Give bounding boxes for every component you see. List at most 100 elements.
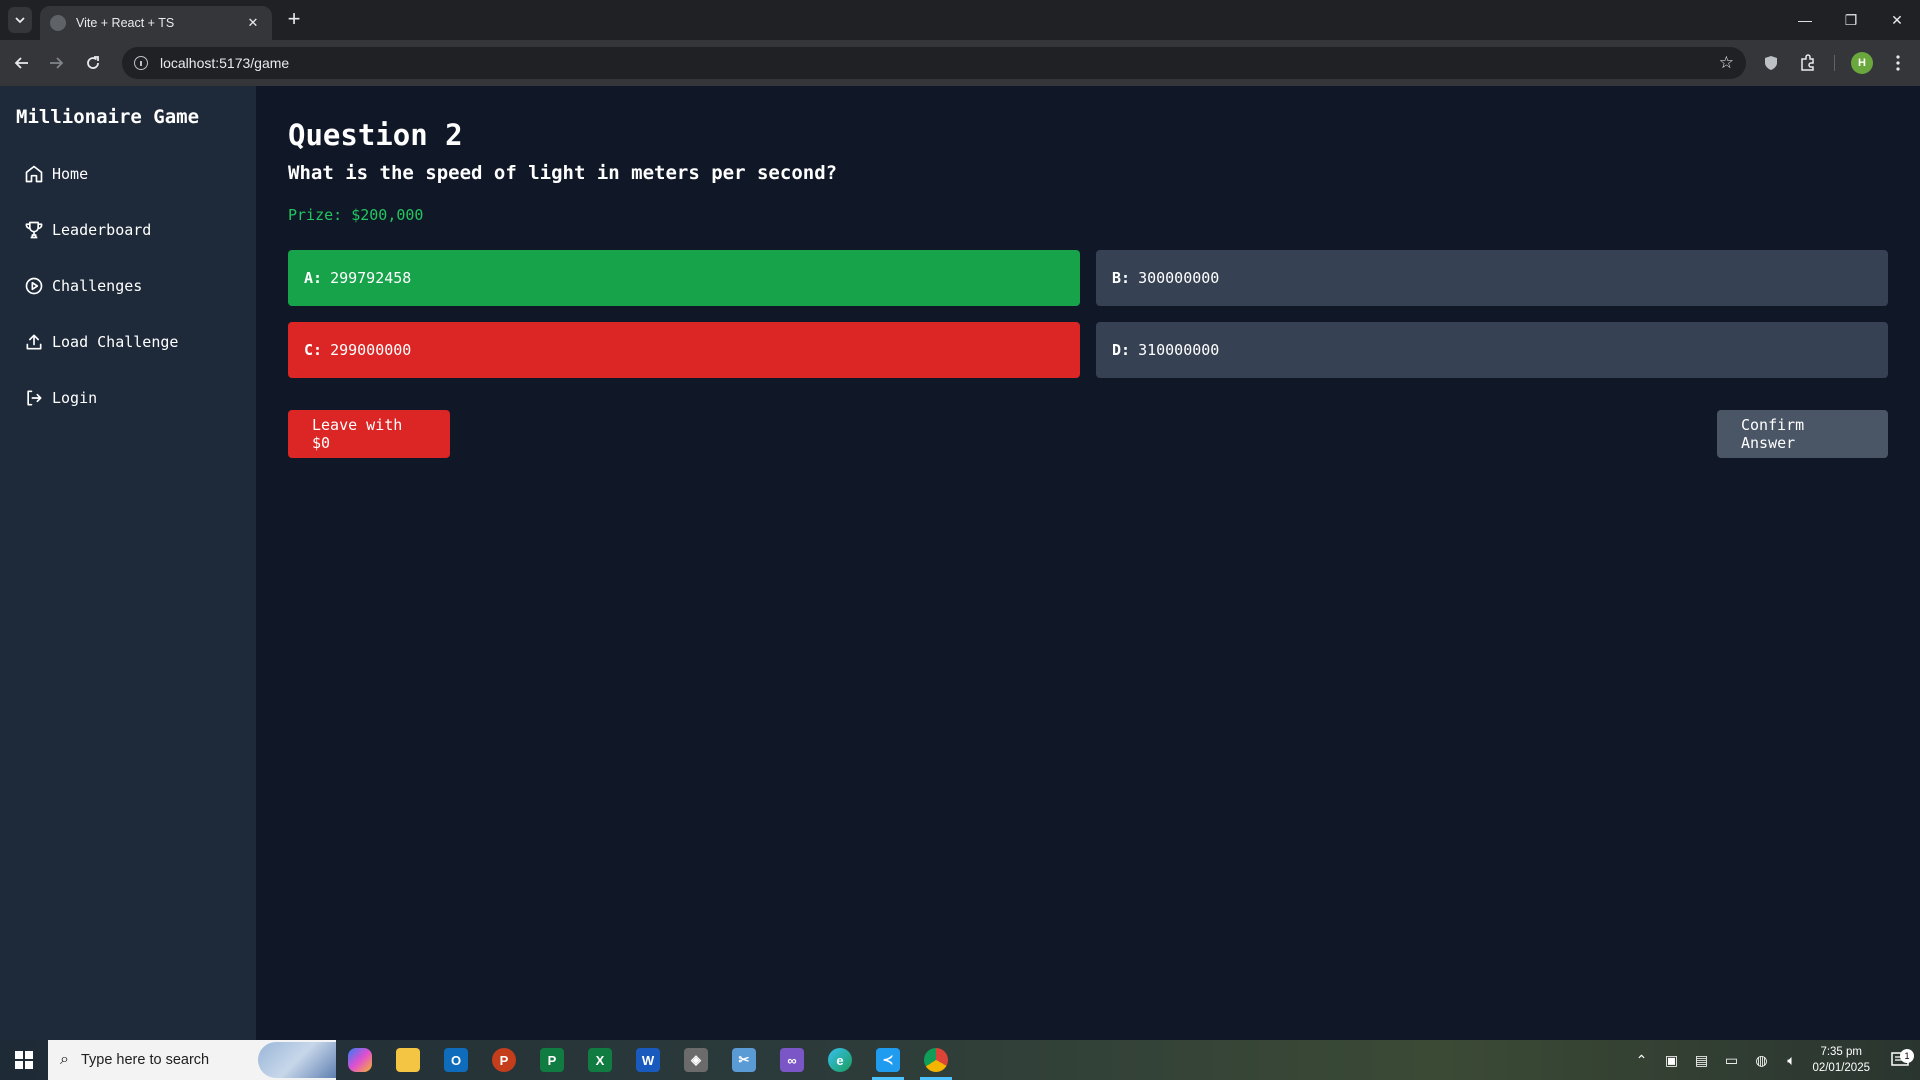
outlook-icon: O (444, 1048, 468, 1072)
sidebar-item-leaderboard[interactable]: Leaderboard (16, 210, 240, 250)
answer-option-a[interactable]: A: 299792458 (288, 250, 1080, 306)
minimize-button[interactable]: — (1782, 0, 1828, 40)
shield-extension-icon[interactable] (1759, 51, 1783, 75)
copilot-icon (348, 1048, 372, 1072)
sidebar-item-login[interactable]: Login (16, 378, 240, 418)
sidebar-item-label: Login (52, 389, 98, 407)
meet-icon[interactable]: ▣ (1656, 1052, 1686, 1069)
taskbar-search[interactable]: ⌕ Type here to search (48, 1040, 336, 1080)
back-button[interactable] (10, 51, 34, 75)
play-circle-icon (25, 277, 43, 295)
outlook-app[interactable]: O (432, 1040, 480, 1080)
answer-grid: A: 299792458 B: 300000000 C: 299000000 D… (288, 250, 1888, 378)
tab-search-button[interactable] (8, 7, 32, 33)
answer-value: 300000000 (1138, 269, 1220, 287)
home-icon (25, 165, 43, 183)
window-controls: — ❐ ✕ (1782, 0, 1920, 40)
folder-icon (396, 1048, 420, 1072)
url-text: localhost:5173/game (160, 55, 290, 71)
game-panel: Question 2 What is the speed of light in… (256, 86, 1920, 1040)
question-text: What is the speed of light in meters per… (288, 162, 838, 184)
search-highlight-image (258, 1042, 336, 1078)
close-window-button[interactable]: ✕ (1874, 0, 1920, 40)
copilot-app[interactable] (336, 1040, 384, 1080)
more-menu-icon[interactable] (1886, 51, 1910, 75)
battery-icon[interactable]: ▭ (1716, 1052, 1746, 1069)
login-icon (27, 390, 42, 406)
search-icon: ⌕ (60, 1051, 69, 1068)
clock-date: 02/01/2025 (1812, 1062, 1870, 1074)
sidebar-item-label: Load Challenge (52, 333, 179, 351)
upload-icon (26, 334, 42, 350)
extensions-puzzle-icon[interactable] (1796, 51, 1820, 75)
app-root: Millionaire Game Home Leaderboard Challe… (0, 86, 1920, 1040)
answer-value: 310000000 (1138, 341, 1220, 359)
chevron-up-icon[interactable]: ⌃ (1626, 1052, 1656, 1069)
sidebar-item-challenges[interactable]: Challenges (16, 266, 240, 306)
cube-app[interactable]: ◈ (672, 1040, 720, 1080)
prize-label: Prize: $200,000 (288, 206, 424, 224)
edge-icon: e (828, 1048, 852, 1072)
brand-title: Millionaire Game (16, 106, 200, 128)
site-info-icon[interactable] (134, 56, 148, 70)
windows-logo-icon (15, 1051, 33, 1069)
scissors-icon: ✂ (732, 1048, 756, 1072)
notification-badge: 1 (1900, 1049, 1914, 1063)
browser-tabstrip: Vite + React + TS ✕ + — ❐ ✕ (0, 0, 1920, 40)
answer-letter: A: (304, 269, 323, 287)
edge-app[interactable]: e (816, 1040, 864, 1080)
word-app[interactable]: W (624, 1040, 672, 1080)
sidebar: Millionaire Game Home Leaderboard Challe… (0, 86, 256, 1040)
globe-icon (50, 15, 66, 31)
arrow-right-icon (50, 57, 64, 69)
answer-letter: B: (1112, 269, 1131, 287)
toolbar-divider (1834, 55, 1835, 71)
excel-app[interactable]: X (576, 1040, 624, 1080)
vscode-app[interactable]: ≺ (864, 1040, 912, 1080)
answer-letter: C: (304, 341, 323, 359)
leave-button[interactable]: Leave with $0 (288, 410, 450, 458)
answer-option-b[interactable]: B: 300000000 (1096, 250, 1888, 306)
visual-studio-app[interactable]: ∞ (768, 1040, 816, 1080)
close-tab-icon[interactable]: ✕ (244, 15, 262, 31)
confirm-answer-button[interactable]: Confirm Answer (1717, 410, 1888, 458)
answer-option-d[interactable]: D: 310000000 (1096, 322, 1888, 378)
visual-studio-icon: ∞ (780, 1048, 804, 1072)
sidebar-item-label: Home (52, 165, 89, 183)
action-row: Leave with $0 Confirm Answer (288, 410, 1888, 458)
answer-option-c[interactable]: C: 299000000 (288, 322, 1080, 378)
trophy-icon (25, 221, 43, 239)
restore-button[interactable]: ❐ (1828, 0, 1874, 40)
vscode-icon: ≺ (876, 1048, 900, 1072)
search-placeholder: Type here to search (80, 1052, 210, 1068)
profile-avatar[interactable]: H (1851, 52, 1873, 74)
remote-icon[interactable]: ▤ (1686, 1052, 1716, 1069)
snipping-tool-app[interactable]: ✂ (720, 1040, 768, 1080)
reload-button[interactable] (81, 51, 105, 75)
bookmark-star-icon[interactable]: ☆ (1719, 53, 1734, 73)
arrow-left-icon (14, 57, 28, 69)
sidebar-item-label: Challenges (52, 277, 143, 295)
sidebar-item-home[interactable]: Home (16, 154, 240, 194)
address-bar[interactable]: localhost:5173/game ☆ (122, 47, 1746, 79)
sidebar-item-load-challenge[interactable]: Load Challenge (16, 322, 240, 362)
new-tab-button[interactable]: + (282, 8, 306, 32)
clock[interactable]: 7:35 pm 02/01/2025 (1812, 1044, 1870, 1076)
file-explorer-app[interactable] (384, 1040, 432, 1080)
start-button[interactable] (0, 1040, 48, 1080)
browser-tab[interactable]: Vite + React + TS ✕ (40, 6, 272, 40)
forward-button[interactable] (44, 51, 68, 75)
cube-icon: ◈ (684, 1048, 708, 1072)
chrome-app[interactable] (912, 1040, 960, 1080)
answer-letter: D: (1112, 341, 1131, 359)
browser-toolbar: localhost:5173/game ☆ H (0, 40, 1920, 86)
notifications-button[interactable]: 1 (1880, 1049, 1920, 1069)
sidebar-item-label: Leaderboard (52, 221, 152, 239)
powerpoint-app[interactable]: P (480, 1040, 528, 1080)
taskbar: ⌕ Type here to search O P P X W ◈ ✂ ∞ e … (0, 1040, 1920, 1080)
network-globe-icon[interactable]: ◍ (1746, 1052, 1776, 1069)
tab-title: Vite + React + TS (76, 16, 175, 30)
volume-icon[interactable]: 🔈︎ (1776, 1052, 1806, 1069)
chrome-icon (924, 1048, 948, 1072)
project-app[interactable]: P (528, 1040, 576, 1080)
